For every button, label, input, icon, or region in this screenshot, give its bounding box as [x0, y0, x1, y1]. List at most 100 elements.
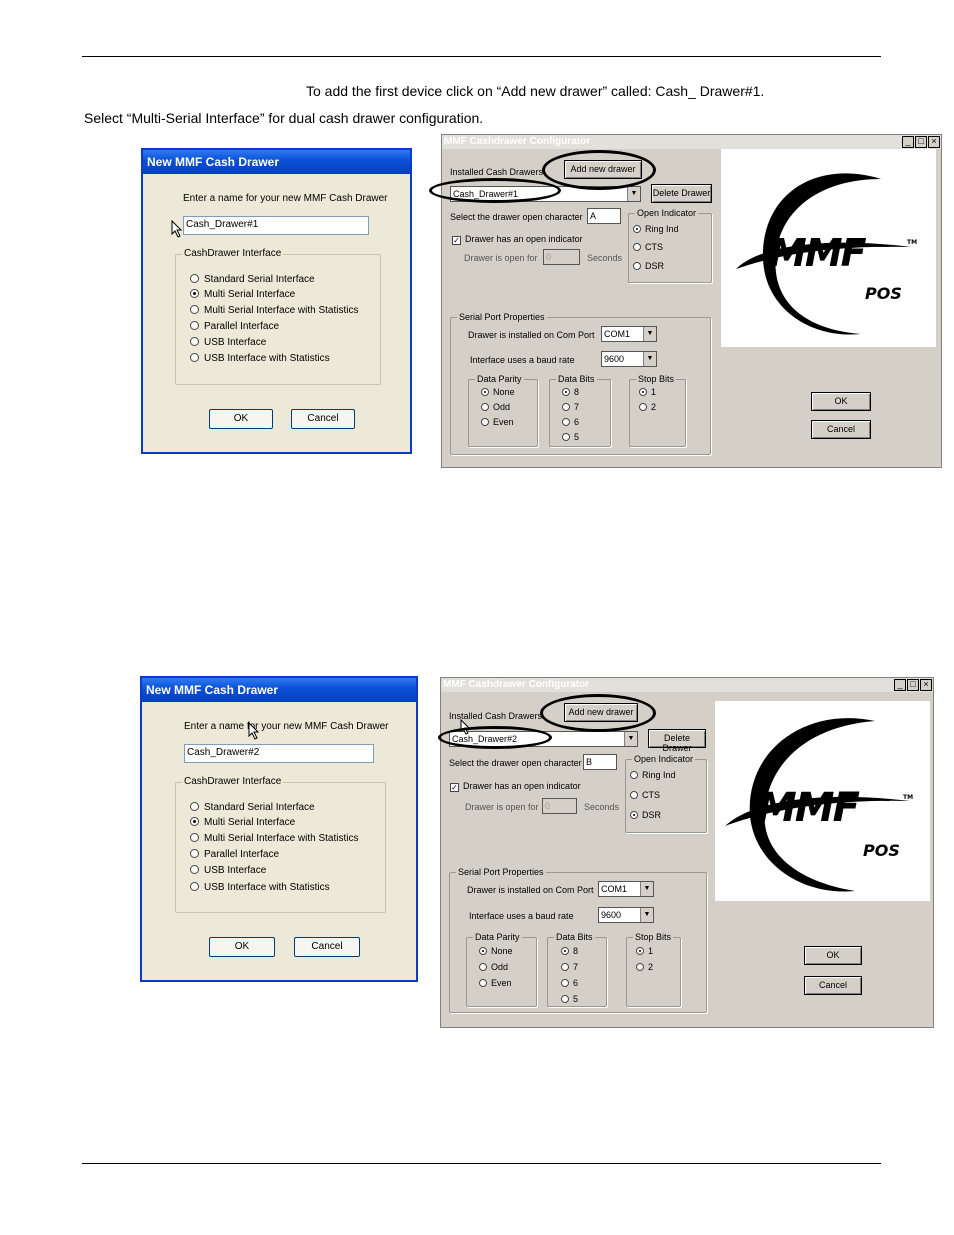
radio-multi-serial-statistics[interactable]: Multi Serial Interface with Statistics — [190, 833, 359, 844]
radio-icon — [633, 262, 641, 270]
open-for-input[interactable]: 0 — [542, 798, 577, 814]
cancel-button[interactable]: Cancel — [811, 420, 871, 439]
radio-parity-none[interactable]: None — [481, 387, 515, 397]
radio-label: Ring Ind — [642, 770, 676, 780]
radio-databits-8[interactable]: 8 — [561, 946, 578, 956]
radio-cts[interactable]: CTS — [633, 242, 663, 252]
radio-label: None — [491, 946, 513, 956]
radio-dsr[interactable]: DSR — [630, 810, 661, 820]
open-indicator-group: Open Indicator Ring Ind CTS DSR — [625, 754, 707, 833]
radio-databits-8[interactable]: 8 — [562, 387, 579, 397]
radio-parallel[interactable]: Parallel Interface — [190, 321, 279, 332]
radio-ring-ind[interactable]: Ring Ind — [633, 224, 679, 234]
radio-icon — [190, 882, 199, 891]
radio-databits-5[interactable]: 5 — [562, 432, 579, 442]
radio-label: Even — [491, 978, 512, 988]
radio-databits-6[interactable]: 6 — [562, 417, 579, 427]
checkbox-label: Drawer has an open indicator — [465, 234, 583, 244]
radio-standard-serial[interactable]: Standard Serial Interface — [190, 802, 315, 813]
has-indicator-checkbox[interactable]: ✓ Drawer has an open indicator — [450, 781, 581, 792]
open-for-input[interactable]: 0 — [543, 249, 580, 265]
radio-label: CTS — [645, 242, 663, 252]
ok-button[interactable]: OK — [209, 937, 275, 957]
radio-label: DSR — [645, 261, 665, 271]
radio-ring-ind[interactable]: Ring Ind — [630, 770, 676, 780]
ok-button[interactable]: OK — [804, 946, 862, 965]
close-icon[interactable]: × — [928, 136, 940, 148]
drawer-name-input[interactable]: Cash_Drawer#2 — [184, 744, 374, 763]
minimize-icon[interactable]: _ — [894, 679, 906, 691]
highlight-add-drawer-1 — [542, 150, 656, 190]
cancel-button[interactable]: Cancel — [804, 976, 862, 995]
radio-label: 2 — [648, 962, 654, 972]
has-indicator-checkbox[interactable]: ✓ Drawer has an open indicator — [452, 234, 583, 245]
serial-port-title: Serial Port Properties — [456, 867, 546, 877]
radio-multi-serial[interactable]: Multi Serial Interface — [190, 289, 295, 300]
maximize-icon[interactable]: □ — [915, 136, 927, 148]
radio-parity-none[interactable]: None — [479, 946, 513, 956]
maximize-icon[interactable]: □ — [907, 679, 919, 691]
open-indicator-group: Open Indicator Ring Ind CTS DSR — [628, 208, 712, 283]
radio-stopbits-1[interactable]: 1 — [639, 387, 656, 397]
configurator-titlebar: MMF Cashdrawer Configurator _ □ × — [441, 678, 933, 692]
radio-usb[interactable]: USB Interface — [190, 865, 266, 876]
delete-drawer-button[interactable]: Delete Drawer — [648, 729, 706, 753]
delete-drawer-button[interactable]: Delete Drawer — [651, 184, 712, 203]
open-indicator-title: Open Indicator — [632, 754, 696, 764]
chevron-down-icon[interactable]: ▼ — [643, 352, 656, 366]
chevron-down-icon[interactable]: ▼ — [640, 908, 653, 922]
chevron-down-icon[interactable]: ▼ — [640, 882, 653, 896]
radio-usb-statistics[interactable]: USB Interface with Statistics — [190, 882, 330, 893]
radio-parity-odd[interactable]: Odd — [479, 962, 508, 972]
radio-databits-7[interactable]: 7 — [561, 962, 578, 972]
chevron-down-icon[interactable]: ▼ — [643, 327, 656, 341]
radio-multi-serial-statistics[interactable]: Multi Serial Interface with Statistics — [190, 305, 359, 316]
ok-button[interactable]: OK — [811, 392, 871, 411]
radio-stopbits-2[interactable]: 2 — [639, 402, 656, 412]
radio-label: 8 — [574, 387, 580, 397]
interface-group: CashDrawer Interface Standard Serial Int… — [175, 776, 386, 913]
radio-selected-icon — [639, 388, 647, 396]
data-parity-title: Data Parity — [473, 932, 522, 942]
select-value: COM1 — [604, 329, 631, 339]
radio-standard-serial[interactable]: Standard Serial Interface — [190, 274, 315, 285]
com-port-select[interactable]: COM1 ▼ — [601, 326, 657, 342]
radio-stopbits-2[interactable]: 2 — [636, 962, 653, 972]
chevron-down-icon[interactable]: ▼ — [624, 732, 637, 746]
drawer-name-input[interactable]: Cash_Drawer#1 — [183, 216, 369, 235]
radio-selected-icon — [190, 817, 199, 826]
radio-parity-odd[interactable]: Odd — [481, 402, 510, 412]
radio-label: CTS — [642, 790, 660, 800]
radio-parallel[interactable]: Parallel Interface — [190, 849, 279, 860]
radio-label: USB Interface with Statistics — [204, 882, 330, 893]
close-icon[interactable]: × — [920, 679, 932, 691]
radio-selected-icon — [633, 225, 641, 233]
baud-rate-select[interactable]: 9600 ▼ — [598, 907, 654, 923]
radio-dsr[interactable]: DSR — [633, 261, 664, 271]
radio-databits-5[interactable]: 5 — [561, 994, 578, 1004]
baud-rate-select[interactable]: 9600 ▼ — [601, 351, 657, 367]
dialog-title: New MMF Cash Drawer — [143, 150, 410, 174]
radio-icon — [633, 243, 641, 251]
radio-parity-even[interactable]: Even — [479, 978, 512, 988]
com-port-select[interactable]: COM1 ▼ — [598, 881, 654, 897]
cancel-button[interactable]: Cancel — [291, 409, 355, 429]
radio-stopbits-1[interactable]: 1 — [636, 946, 653, 956]
minimize-icon[interactable]: _ — [902, 136, 914, 148]
radio-usb[interactable]: USB Interface — [190, 337, 266, 348]
cancel-button[interactable]: Cancel — [294, 937, 360, 957]
radio-parity-even[interactable]: Even — [481, 417, 514, 427]
radio-multi-serial[interactable]: Multi Serial Interface — [190, 817, 295, 828]
bottom-rule — [82, 1163, 881, 1164]
radio-cts[interactable]: CTS — [630, 790, 660, 800]
chevron-down-icon[interactable]: ▼ — [627, 187, 640, 201]
logo-tm-text: TM — [907, 239, 918, 246]
radio-usb-statistics[interactable]: USB Interface with Statistics — [190, 353, 330, 364]
checkbox-checked-icon: ✓ — [452, 236, 461, 245]
ok-button[interactable]: OK — [209, 409, 273, 429]
open-character-input[interactable]: A — [587, 208, 621, 224]
radio-databits-6[interactable]: 6 — [561, 978, 578, 988]
open-character-input[interactable]: B — [583, 754, 617, 770]
data-parity-title: Data Parity — [475, 374, 524, 384]
radio-databits-7[interactable]: 7 — [562, 402, 579, 412]
